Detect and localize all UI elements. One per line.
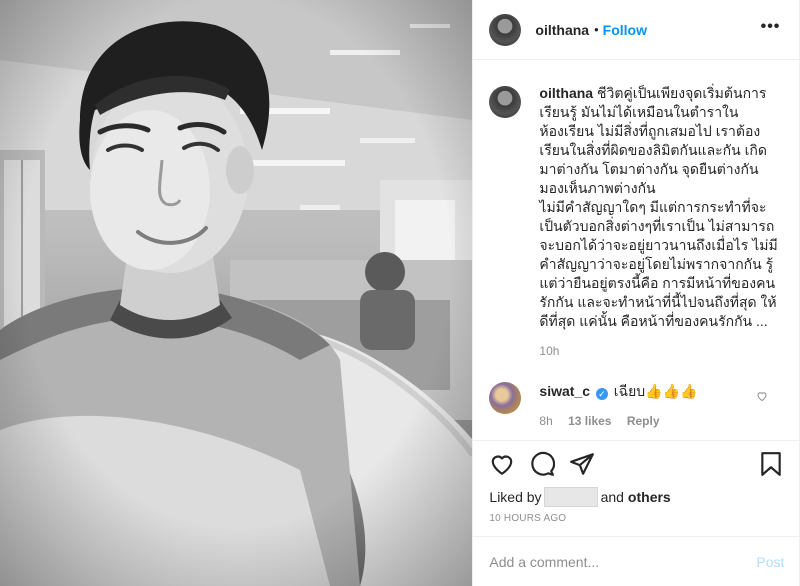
commenter-avatar[interactable] [489,382,522,414]
comment-meta: 8h 13 likes Reply [539,412,769,430]
comment-icon[interactable] [529,451,556,477]
caption-avatar[interactable] [489,86,522,118]
instagram-post: oilthana • Follow ••• oilthana ชีวิตคู่เ… [0,0,800,586]
bookmark-icon[interactable] [758,451,784,477]
caption-text: ชีวิตคู่เป็นเพียงจุดเริ่มต้นการเรียนรู้ … [539,85,778,329]
separator-dot: • [594,22,599,37]
comments-section: oilthana ชีวิตคู่เป็นเพียงจุดเริ่มต้นการ… [473,60,800,440]
post-actions: Liked by and others 10 HOURS AGO [473,440,800,536]
verified-badge-icon: ✓ [595,388,608,400]
reply-button[interactable]: Reply [627,414,660,428]
comment-item: siwat_c ✓ เฉียบ👍👍👍 8h 13 likes Reply [489,382,784,430]
liked-by: Liked by and others [489,487,784,507]
liked-by-suffix: and [600,489,624,505]
liked-by-others[interactable]: others [628,489,671,505]
author-username[interactable]: oilthana [535,22,589,38]
redacted-username[interactable] [543,487,598,507]
photo-illustration [0,0,473,586]
add-comment-input[interactable] [489,553,757,570]
follow-button[interactable]: Follow [603,22,647,38]
add-comment-bar: Post [473,536,800,586]
post-sidebar: oilthana • Follow ••• oilthana ชีวิตคู่เ… [472,0,800,586]
caption-time[interactable]: 10h [539,342,782,361]
caption: oilthana ชีวิตคู่เป็นเพียงจุดเริ่มต้นการ… [489,84,784,361]
post-comment-button[interactable]: Post [756,554,784,570]
post-header: oilthana • Follow ••• [473,0,800,60]
caption-username[interactable]: oilthana [539,85,593,101]
caption-body: oilthana ชีวิตคู่เป็นเพียงจุดเริ่มต้นการ… [539,84,782,361]
comment-body: siwat_c ✓ เฉียบ👍👍👍 8h 13 likes Reply [539,382,769,430]
comment-likes[interactable]: 13 likes [568,414,611,428]
author-avatar[interactable] [489,13,522,46]
comment-text: เฉียบ👍👍👍 [613,383,698,399]
comment-like-icon[interactable] [756,390,768,402]
action-icons [489,451,784,483]
share-icon[interactable] [569,451,595,477]
liked-by-prefix: Liked by [489,489,542,505]
post-photo[interactable] [0,0,473,586]
heart-icon[interactable] [489,451,515,477]
comment-time[interactable]: 8h [539,414,552,428]
commenter-username[interactable]: siwat_c [539,383,590,399]
post-timestamp[interactable]: 10 HOURS AGO [489,513,784,524]
more-options-icon[interactable]: ••• [761,19,781,35]
